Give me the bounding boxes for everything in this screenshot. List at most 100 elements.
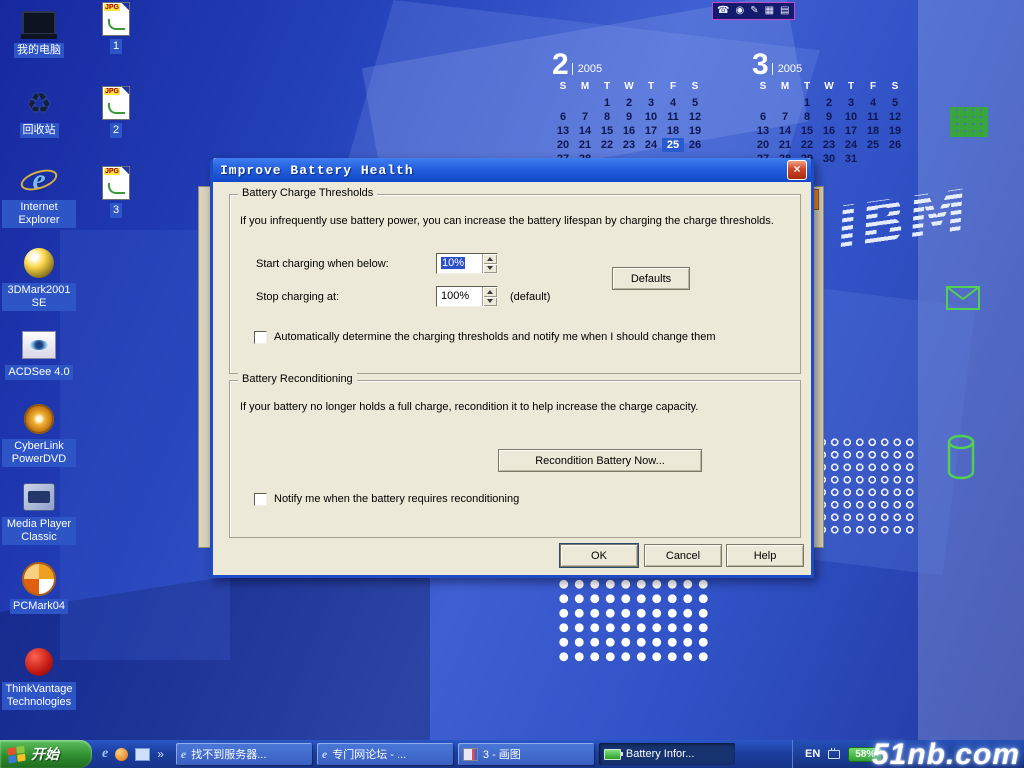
calendar-day xyxy=(552,96,574,110)
spin-down-icon[interactable] xyxy=(483,297,497,307)
auto-threshold-checkbox-label: Automatically determine the charging thr… xyxy=(274,331,715,343)
auto-threshold-checkbox[interactable] xyxy=(254,331,267,344)
calendar-day: 24 xyxy=(840,138,862,152)
spin-up-icon[interactable] xyxy=(483,287,497,297)
ibm-logo: IBM xyxy=(832,177,974,265)
database-cylinder-icon xyxy=(946,434,976,487)
recondition-battery-button[interactable]: Recondition Battery Now... xyxy=(498,449,702,472)
spin-up-icon[interactable] xyxy=(483,254,497,264)
desktop-icon-jpg-1[interactable]: JPG 1 xyxy=(86,2,146,54)
calendar-day: 7 xyxy=(774,110,796,124)
powerdvd-icon xyxy=(20,402,58,436)
dialog-body: Battery Charge Thresholds If you infrequ… xyxy=(213,182,811,575)
stop-charging-value: 100% xyxy=(437,287,482,306)
calendar-day: 1 xyxy=(796,96,818,110)
task-label: 找不到服务器... xyxy=(191,746,266,762)
calendar-day: 19 xyxy=(684,124,706,138)
icon-label: Media Player Classic xyxy=(2,517,76,545)
spin-down-icon[interactable] xyxy=(483,264,497,274)
media-quick-launch-icon[interactable] xyxy=(115,748,128,761)
calendar-day-header: F xyxy=(662,81,684,96)
calendar-day-header: T xyxy=(840,81,862,96)
jpg-file-icon: JPG xyxy=(102,166,130,200)
calendar-month: 2 xyxy=(552,52,569,78)
task-button-forum[interactable]: e 专门网论坛 - ... xyxy=(317,743,453,765)
calendar-day: 2 xyxy=(618,96,640,110)
task-button-paint[interactable]: 3 - 画图 xyxy=(458,743,594,765)
desktop-icon-jpg-3[interactable]: JPG 3 xyxy=(86,166,146,218)
dialog-titlebar[interactable]: Improve Battery Health × xyxy=(213,158,811,182)
start-button[interactable]: 开始 xyxy=(0,740,92,768)
calendar-day: 22 xyxy=(596,138,618,152)
start-button-label: 开始 xyxy=(31,744,59,764)
grid-deco-icon xyxy=(950,107,988,137)
task-button-server-not-found[interactable]: e 找不到服务器... xyxy=(176,743,312,765)
stop-charging-label: Stop charging at: xyxy=(256,291,339,303)
icon-label: 3DMark2001 SE xyxy=(2,283,76,311)
desktop-icon-internet-explorer[interactable]: Internet Explorer xyxy=(2,163,76,228)
desktop-icon-powerdvd[interactable]: CyberLink PowerDVD xyxy=(2,402,76,467)
calendar-day: 21 xyxy=(574,138,596,152)
notify-reconditioning-checkbox[interactable] xyxy=(254,493,267,506)
calendar-day: 26 xyxy=(684,138,706,152)
task-button-battery-information[interactable]: Battery Infor... xyxy=(599,743,735,765)
icon-label: CyberLink PowerDVD xyxy=(2,439,76,467)
calendar-day: 3 xyxy=(840,96,862,110)
desktop-icon-jpg-2[interactable]: JPG 2 xyxy=(86,86,146,138)
power-plug-icon[interactable] xyxy=(828,750,840,759)
desktop-icon-pcmark[interactable]: PCMark04 xyxy=(2,562,76,614)
close-icon[interactable]: × xyxy=(787,160,807,180)
recycle-bin-icon xyxy=(20,86,58,120)
calendar-day: 30 xyxy=(818,152,840,166)
calendar-day: 21 xyxy=(774,138,796,152)
calendar-day: 31 xyxy=(840,152,862,166)
desktop-icon-recycle-bin[interactable]: 回收站 xyxy=(2,86,76,138)
spinner-buttons xyxy=(482,287,497,306)
calendar-day: 16 xyxy=(818,124,840,138)
document-icon[interactable]: ▤ xyxy=(780,6,789,16)
calendar-day-header: S xyxy=(552,81,574,96)
desktop-icon-thinkvantage[interactable]: ThinkVantage Technologies xyxy=(2,645,76,710)
my-computer-icon xyxy=(20,6,58,40)
defaults-button[interactable]: Defaults xyxy=(612,267,690,290)
desktop-icon-media-player-classic[interactable]: Media Player Classic xyxy=(2,480,76,545)
calendar-day: 2 xyxy=(818,96,840,110)
phone-icon[interactable]: ☎ xyxy=(717,6,729,16)
calendar-day: 3 xyxy=(640,96,662,110)
taskbar: 开始 e » e 找不到服务器... e 专门网论坛 - ... 3 - 画图 xyxy=(0,740,1024,768)
ok-button[interactable]: OK xyxy=(560,544,638,567)
target-icon[interactable]: ◉ xyxy=(735,6,744,16)
stop-charging-spinner[interactable]: 100% xyxy=(436,286,498,307)
help-button[interactable]: Help xyxy=(726,544,804,567)
dot-pattern-filled xyxy=(556,577,714,665)
calendar-day-header: T xyxy=(796,81,818,96)
calendar-day: 4 xyxy=(662,96,684,110)
pen-icon[interactable]: ✎ xyxy=(750,6,758,16)
thinkvantage-icon xyxy=(20,645,58,679)
battery-percent-badge[interactable]: 58% xyxy=(848,747,882,762)
icon-label: Internet Explorer xyxy=(2,200,76,228)
thresholds-description: If you infrequently use battery power, y… xyxy=(240,215,792,227)
calendar-day: 23 xyxy=(818,138,840,152)
desktop-icon-3dmark[interactable]: 3DMark2001 SE xyxy=(2,246,76,311)
calendar-day: 17 xyxy=(840,124,862,138)
grid-icon[interactable]: ▦ xyxy=(765,6,774,16)
calendar-day: 7 xyxy=(574,110,596,124)
language-indicator[interactable]: EN xyxy=(805,748,820,760)
cancel-button[interactable]: Cancel xyxy=(644,544,722,567)
show-desktop-icon[interactable] xyxy=(135,748,150,761)
task-label: Battery Infor... xyxy=(626,748,694,760)
ie-quick-launch-icon[interactable]: e xyxy=(102,746,108,762)
icon-label: ACDSee 4.0 xyxy=(5,365,72,380)
start-charging-spinner[interactable]: 10% xyxy=(436,253,498,274)
reconditioning-description: If your battery no longer holds a full c… xyxy=(240,401,792,413)
quick-launch-chevron-icon[interactable]: » xyxy=(157,747,164,761)
calendar-day: 16 xyxy=(618,124,640,138)
calendar-year: 2005 xyxy=(772,63,802,75)
desktop-icon-acdsee[interactable]: ACDSee 4.0 xyxy=(2,328,76,380)
auto-threshold-checkbox-row: Automatically determine the charging thr… xyxy=(254,331,784,344)
calendar-day-header: M xyxy=(574,81,596,96)
notify-reconditioning-checkbox-label: Notify me when the battery requires reco… xyxy=(274,493,519,505)
desktop-icon-my-computer[interactable]: 我的电脑 xyxy=(2,6,76,58)
calendar-day: 19 xyxy=(884,124,906,138)
